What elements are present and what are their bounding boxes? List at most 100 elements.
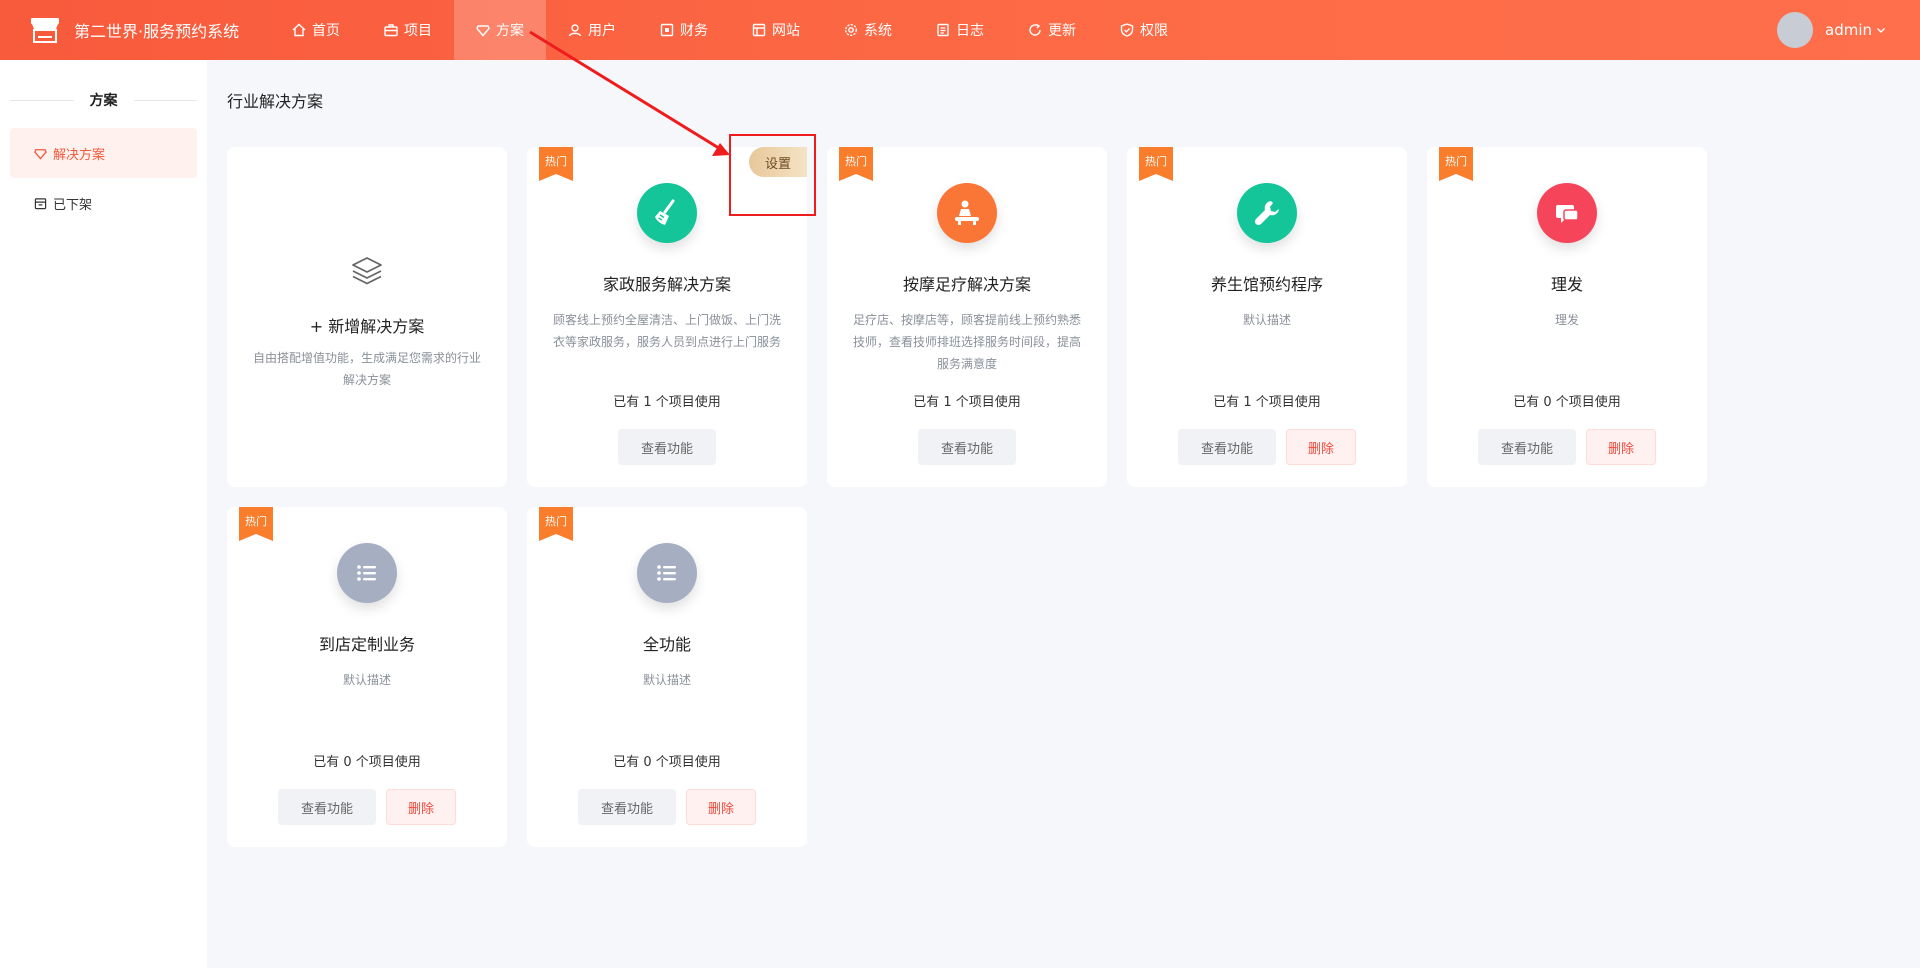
broom-icon <box>637 183 697 243</box>
view-features-button[interactable]: 查看功能 <box>618 429 716 465</box>
add-solution-desc: 自由搭配增值功能，生成满足您需求的行业解决方案 <box>252 351 481 387</box>
delete-button[interactable]: 删除 <box>1286 429 1356 465</box>
delete-button[interactable]: 删除 <box>386 789 456 825</box>
avatar[interactable] <box>1777 12 1813 48</box>
hot-badge: 热门 <box>1439 147 1473 181</box>
solution-usage: 已有 1 个项目使用 <box>613 395 721 410</box>
brand[interactable]: 第二世界·服务预约系统 <box>0 16 270 44</box>
nav-label: 用户 <box>588 23 616 39</box>
card-actions: 查看功能 删除 <box>227 789 507 825</box>
solution-title: 全功能 <box>642 635 691 654</box>
nav-label: 财务 <box>680 23 708 39</box>
solution-title: 到店定制业务 <box>318 635 415 654</box>
gear-icon <box>844 23 858 37</box>
nav-finance[interactable]: 财务 <box>638 0 730 60</box>
solution-title: 理发 <box>1550 275 1583 294</box>
layout-icon <box>752 23 766 37</box>
nav-label: 日志 <box>956 23 984 39</box>
user-icon <box>568 23 582 37</box>
nav-logs[interactable]: 日志 <box>914 0 1006 60</box>
username: admin <box>1825 21 1872 39</box>
nav-label: 方案 <box>496 23 524 39</box>
list-icon <box>637 543 697 603</box>
sidebar: 方案 解决方案 已下架 <box>0 60 207 968</box>
refresh-icon <box>1028 23 1042 37</box>
heart-shield-icon <box>34 147 47 160</box>
solution-title: 家政服务解决方案 <box>602 275 731 294</box>
hot-badge: 热门 <box>839 147 873 181</box>
divider <box>133 99 197 101</box>
heart-shield-icon <box>476 23 490 37</box>
shield-icon <box>1120 23 1134 37</box>
solution-desc: 默认描述 <box>642 673 691 687</box>
solution-desc: 默认描述 <box>1242 313 1291 327</box>
card-actions: 查看功能 删除 <box>1427 429 1707 465</box>
solution-title: 养生馆预约程序 <box>1210 275 1323 294</box>
layers-icon <box>352 257 382 285</box>
add-solution-card[interactable]: + 新增解决方案 自由搭配增值功能，生成满足您需求的行业解决方案 <box>227 147 507 487</box>
settings-button[interactable]: 设置 <box>749 147 807 177</box>
massage-icon <box>937 183 997 243</box>
briefcase-icon <box>384 23 398 37</box>
home-icon <box>292 23 306 37</box>
hot-badge-text: 热门 <box>1145 155 1167 168</box>
view-features-button[interactable]: 查看功能 <box>578 789 676 825</box>
delete-button[interactable]: 删除 <box>1586 429 1656 465</box>
hot-badge-text: 热门 <box>545 155 567 168</box>
sidebar-item-label: 已下架 <box>53 197 93 213</box>
sidebar-item-solutions[interactable]: 解决方案 <box>10 128 197 178</box>
nav-solutions[interactable]: 方案 <box>454 0 546 60</box>
hot-badge-text: 热门 <box>245 515 267 528</box>
nav-users[interactable]: 用户 <box>546 0 638 60</box>
solution-card: 热门 全功能 默认描述 已有 0 个项目使用 查看功能 删除 <box>527 507 807 847</box>
solution-usage: 已有 1 个项目使用 <box>1213 395 1321 410</box>
wrench-icon <box>1237 183 1297 243</box>
solution-usage: 已有 0 个项目使用 <box>1513 395 1621 410</box>
solution-title: 按摩足疗解决方案 <box>902 275 1031 294</box>
nav-label: 系统 <box>864 23 892 39</box>
view-features-button[interactable]: 查看功能 <box>278 789 376 825</box>
hot-badge: 热门 <box>239 507 273 541</box>
main-nav: 首页 项目 方案 用户 财务 网站 系统 日志 更新 权限 <box>270 0 1190 60</box>
solution-card: 热门 到店定制业务 默认描述 已有 0 个项目使用 查看功能 删除 <box>227 507 507 847</box>
card-actions: 查看功能 <box>827 429 1107 465</box>
app-title: 第二世界·服务预约系统 <box>74 22 240 41</box>
hot-badge-text: 热门 <box>845 155 867 168</box>
solution-usage: 已有 0 个项目使用 <box>313 755 421 770</box>
nav-permissions[interactable]: 权限 <box>1098 0 1190 60</box>
nav-home[interactable]: 首页 <box>270 0 362 60</box>
store-icon <box>31 18 59 43</box>
sidebar-item-label: 解决方案 <box>53 147 106 163</box>
solution-desc: 足疗店、按摩店等，顾客提前线上预约熟悉技师，查看技师排班选择服务时间段，提高服务… <box>852 313 1081 371</box>
archive-icon <box>34 197 47 210</box>
nav-label: 权限 <box>1140 23 1168 39</box>
nav-label: 更新 <box>1048 23 1076 39</box>
wallet-icon <box>660 23 674 37</box>
hot-badge: 热门 <box>539 147 573 181</box>
solution-card: 热门 理发 理发 已有 0 个项目使用 查看功能 删除 <box>1427 147 1707 487</box>
view-features-button[interactable]: 查看功能 <box>918 429 1016 465</box>
hot-badge: 热门 <box>1139 147 1173 181</box>
divider <box>10 99 74 101</box>
list-icon <box>337 543 397 603</box>
solution-usage: 已有 1 个项目使用 <box>913 395 1021 410</box>
nav-label: 网站 <box>772 23 800 39</box>
nav-label: 项目 <box>404 23 432 39</box>
solution-desc: 理发 <box>1554 313 1579 327</box>
sidebar-heading-text: 方案 <box>89 93 118 109</box>
view-features-button[interactable]: 查看功能 <box>1178 429 1276 465</box>
view-features-button[interactable]: 查看功能 <box>1478 429 1576 465</box>
chat-bubble-icon <box>1537 183 1597 243</box>
nav-system[interactable]: 系统 <box>822 0 914 60</box>
delete-button[interactable]: 删除 <box>686 789 756 825</box>
sidebar-item-offline[interactable]: 已下架 <box>10 178 197 228</box>
sidebar-heading: 方案 <box>0 90 207 110</box>
solution-desc: 默认描述 <box>342 673 391 687</box>
top-navigation-bar: 第二世界·服务预约系统 首页 项目 方案 用户 财务 网站 系统 日志 更新 权… <box>0 0 1920 60</box>
solution-card: 热门 养生馆预约程序 默认描述 已有 1 个项目使用 查看功能 删除 <box>1127 147 1407 487</box>
nav-update[interactable]: 更新 <box>1006 0 1098 60</box>
nav-projects[interactable]: 项目 <box>362 0 454 60</box>
nav-website[interactable]: 网站 <box>730 0 822 60</box>
solution-usage: 已有 0 个项目使用 <box>613 755 721 770</box>
user-menu[interactable]: admin <box>1777 0 1886 60</box>
